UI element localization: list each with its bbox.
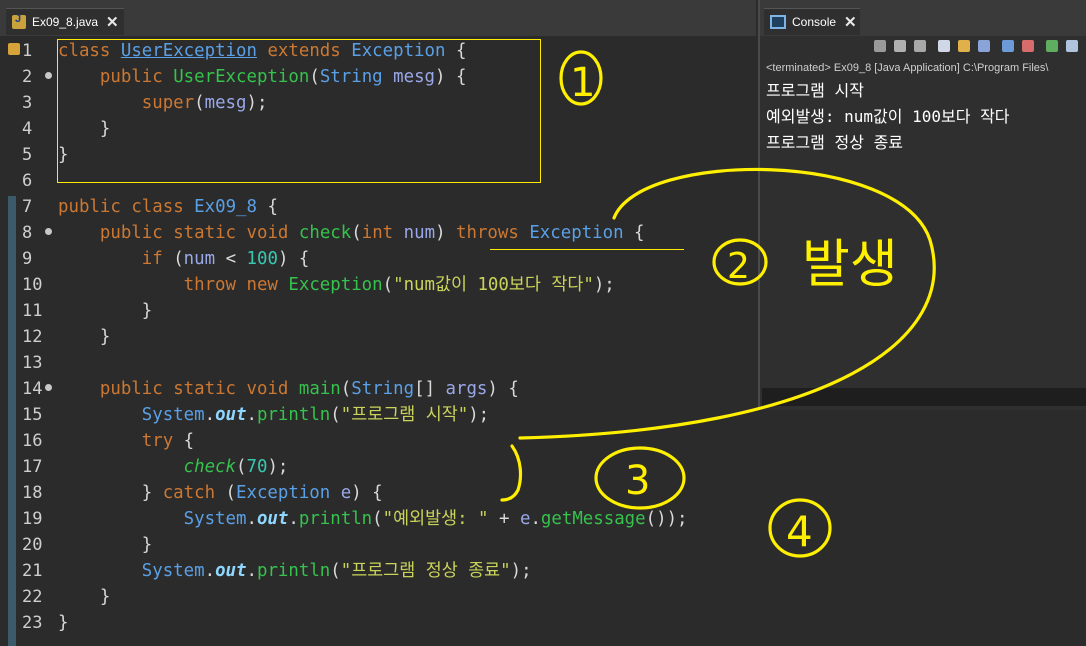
code-line: throw new Exception("num값이 100보다 작다"); xyxy=(183,275,615,295)
console-tab[interactable]: Console ✕ xyxy=(764,8,860,35)
line-number: 7 xyxy=(22,197,33,217)
line-number: 14 xyxy=(22,379,43,399)
line-number: 9 xyxy=(22,249,33,269)
highlight-underline xyxy=(490,249,684,250)
console-line: 프로그램 시작 xyxy=(766,81,864,100)
code-line: System.out.println("예외발생: " + e.getMessa… xyxy=(183,509,688,529)
code-line: } xyxy=(58,587,111,607)
new-console-icon[interactable] xyxy=(1066,40,1078,52)
line-number: 12 xyxy=(22,327,43,347)
line-number: 3 xyxy=(22,93,33,113)
editor-tab-label: Ex09_8.java xyxy=(32,15,99,29)
word-wrap-icon[interactable] xyxy=(978,40,990,52)
code-line: } xyxy=(58,535,153,555)
fold-marker-icon[interactable] xyxy=(45,228,52,235)
code-line: System.out.println("프로그램 시작"); xyxy=(141,405,490,425)
line-number: 2 xyxy=(22,67,33,87)
line-number: 16 xyxy=(22,431,43,451)
code-line: System.out.println("프로그램 정상 종료"); xyxy=(141,561,532,581)
fold-marker-icon[interactable] xyxy=(45,384,52,391)
line-number: 19 xyxy=(22,509,43,529)
console-line: 예외발생: num값이 100보다 작다 xyxy=(766,107,1010,126)
fold-marker-icon[interactable] xyxy=(45,72,52,79)
code-line: } xyxy=(58,613,69,633)
remove-launch-icon[interactable] xyxy=(894,40,906,52)
change-marker-bar xyxy=(8,196,16,646)
display-console-icon[interactable] xyxy=(1022,40,1034,52)
open-console-icon[interactable] xyxy=(1046,40,1058,52)
line-number: 6 xyxy=(22,171,33,191)
console-line: 프로그램 정상 종료 xyxy=(766,133,904,152)
line-number: 8 xyxy=(22,223,33,243)
code-line: public class Ex09_8 { xyxy=(58,197,278,217)
line-number: 15 xyxy=(22,405,43,425)
code-line: } xyxy=(58,301,153,321)
line-number: 21 xyxy=(22,561,43,581)
code-line: public static void check(int num) throws… xyxy=(99,223,645,243)
console-scrollbar[interactable] xyxy=(762,388,1086,406)
editor-tab[interactable]: Ex09_8.java ✕ xyxy=(6,8,124,35)
console-tab-bar: Console ✕ xyxy=(760,0,1086,36)
code-line: check(70); xyxy=(183,457,289,477)
line-number: 22 xyxy=(22,587,43,607)
line-number: 13 xyxy=(22,353,43,373)
stop-icon[interactable] xyxy=(874,40,886,52)
line-number: 10 xyxy=(22,275,43,295)
code-line: if (num < 100) { xyxy=(141,249,310,269)
pin-console-icon[interactable] xyxy=(1002,40,1014,52)
console-panel: Console ✕ <terminated> Ex09_8 [Java Appl… xyxy=(758,0,1086,410)
annotation-number-4: 4 xyxy=(786,507,813,556)
code-line: public static void main(String[] args) { xyxy=(99,379,519,399)
console-launch-header: <terminated> Ex09_8 [Java Application] C… xyxy=(766,62,1049,74)
console-icon xyxy=(770,15,786,29)
clear-console-icon[interactable] xyxy=(938,40,950,52)
close-icon[interactable]: ✕ xyxy=(106,13,119,31)
line-number: 1 xyxy=(22,41,33,61)
code-editor[interactable]: 1 2 3 4 5 6 7 8 9 10 11 12 13 14 15 16 1… xyxy=(0,36,756,646)
java-file-icon xyxy=(12,13,26,29)
code-line: } xyxy=(58,327,111,347)
console-tab-label: Console xyxy=(792,15,837,29)
line-number: 18 xyxy=(22,483,43,503)
scroll-lock-icon[interactable] xyxy=(958,40,970,52)
line-number: 17 xyxy=(22,457,43,477)
line-number: 20 xyxy=(22,535,43,555)
code-line: } catch (Exception e) { xyxy=(58,483,383,503)
annotation-circle-4 xyxy=(768,498,832,558)
highlight-box xyxy=(57,39,541,183)
line-number: 4 xyxy=(22,119,33,139)
editor-tab-bar: Ex09_8.java ✕ xyxy=(0,0,756,36)
line-number: 23 xyxy=(22,613,43,633)
warning-icon xyxy=(8,43,20,55)
close-icon[interactable]: ✕ xyxy=(844,13,857,31)
code-line: try { xyxy=(141,431,195,451)
line-number: 11 xyxy=(22,301,43,321)
console-output: 프로그램 시작 예외발생: num값이 100보다 작다 프로그램 정상 종료 xyxy=(766,78,1010,156)
line-number-gutter: 1 2 3 4 5 6 7 8 9 10 11 12 13 14 15 16 1… xyxy=(0,36,56,646)
remove-all-icon[interactable] xyxy=(914,40,926,52)
console-toolbar xyxy=(760,36,1086,60)
line-number: 5 xyxy=(22,145,33,165)
